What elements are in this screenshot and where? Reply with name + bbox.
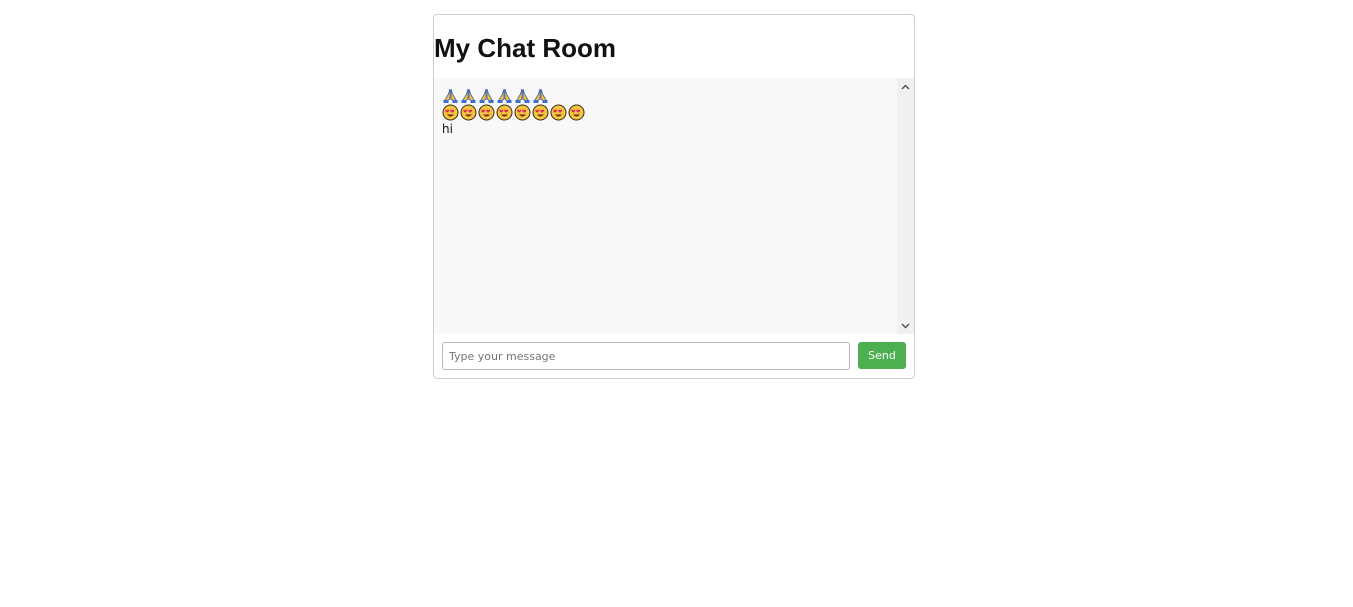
messages-pane[interactable]: hi	[434, 78, 914, 334]
page-title: My Chat Room	[434, 33, 616, 63]
messages-scrollbar[interactable]	[897, 78, 914, 334]
composer: Send	[442, 342, 906, 370]
heart-eyes-face-icon	[550, 104, 567, 121]
folded-hands-icon	[461, 88, 476, 103]
heart-eyes-face-icon	[568, 104, 585, 121]
folded-hands-icon	[479, 88, 494, 103]
folded-hands-icon	[497, 88, 512, 103]
scroll-up-arrow-icon[interactable]	[897, 78, 914, 95]
message-text: hi	[442, 122, 453, 136]
messages-list: hi	[442, 87, 894, 138]
folded-hands-icon	[515, 88, 530, 103]
send-button[interactable]: Send	[858, 342, 906, 369]
folded-hands-icon	[533, 88, 548, 103]
heart-eyes-face-icon	[442, 104, 459, 121]
chat-container: My Chat Room hi Type your message Send	[433, 14, 915, 379]
folded-hands-icon	[443, 88, 458, 103]
message-emoji-folded-hands	[442, 87, 894, 104]
heart-eyes-face-icon	[478, 104, 495, 121]
heart-eyes-face-icon	[460, 104, 477, 121]
heart-eyes-face-icon	[514, 104, 531, 121]
heart-eyes-face-icon	[496, 104, 513, 121]
message-input[interactable]	[442, 342, 850, 370]
message-emoji-heart-eyes	[442, 104, 894, 121]
heart-eyes-face-icon	[532, 104, 549, 121]
scroll-down-arrow-icon[interactable]	[897, 317, 914, 334]
